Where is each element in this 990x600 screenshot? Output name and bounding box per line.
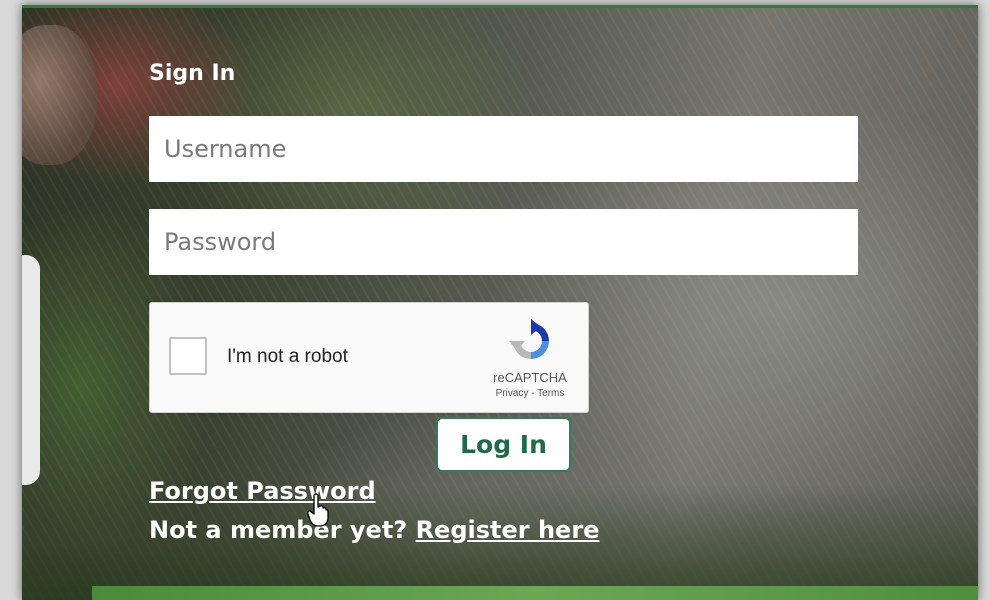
hand-pointer-cursor-icon bbox=[307, 493, 329, 527]
forgot-password-link[interactable]: Forgot Password bbox=[149, 477, 376, 505]
register-link[interactable]: Register here bbox=[416, 516, 600, 544]
signin-title: Sign In bbox=[149, 61, 236, 86]
username-input[interactable] bbox=[149, 116, 858, 182]
recaptcha-privacy-link[interactable]: Privacy bbox=[496, 388, 529, 399]
login-panel: Sign In I'm not a robot reCAPTCHA Privac… bbox=[22, 5, 978, 600]
recaptcha-brand: reCAPTCHA bbox=[493, 370, 567, 385]
password-input[interactable] bbox=[149, 209, 858, 275]
recaptcha-logo-icon bbox=[509, 319, 549, 359]
background-person bbox=[22, 255, 40, 485]
login-button[interactable]: Log In bbox=[436, 417, 571, 472]
recaptcha-label: I'm not a robot bbox=[227, 346, 348, 367]
background-lawn bbox=[92, 586, 978, 600]
recaptcha-widget: I'm not a robot reCAPTCHA Privacy - Term… bbox=[149, 302, 589, 413]
recaptcha-links: Privacy - Terms bbox=[475, 388, 585, 399]
forgot-password-row: Forgot Password bbox=[149, 477, 376, 505]
register-row: Not a member yet? Register here bbox=[149, 516, 599, 544]
top-accent-bar bbox=[22, 5, 978, 8]
not-member-text: Not a member yet? bbox=[149, 516, 408, 544]
recaptcha-link-separator: - bbox=[528, 388, 538, 399]
recaptcha-terms-link[interactable]: Terms bbox=[537, 388, 564, 399]
recaptcha-checkbox[interactable] bbox=[169, 337, 207, 375]
